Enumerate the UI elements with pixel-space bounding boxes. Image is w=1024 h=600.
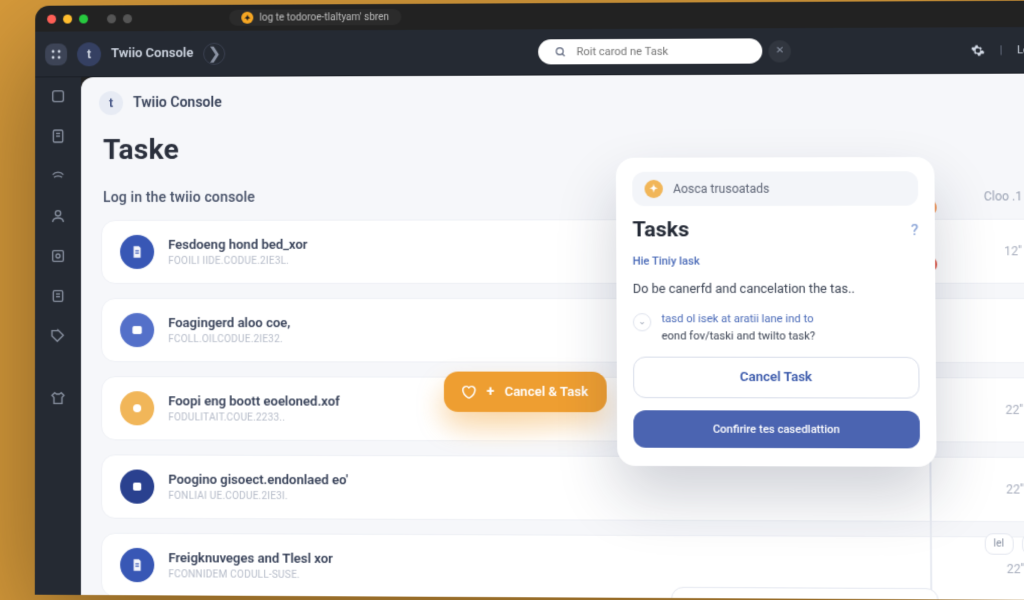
url-label: log te todoroe-tlaltyam' sbren (259, 11, 389, 23)
window-maximize-icon[interactable] (79, 14, 88, 23)
task-value: 12'' (1004, 244, 1022, 258)
task-value: 22'' (1005, 403, 1023, 417)
breadcrumb-text: Twiio Console (133, 95, 222, 111)
section-title: Log in the twiio console (103, 190, 255, 206)
breadcrumb-forward-button[interactable]: ❯ (203, 42, 225, 64)
chip[interactable]: lel (984, 533, 1013, 555)
footer-card[interactable]: Set Facled grek the cel jodl (671, 587, 939, 600)
task-title: Foopi eng boott eoeloned.xof (168, 394, 340, 409)
brand-chip-icon[interactable]: t (99, 91, 123, 115)
right-control-chips: lel ·· (984, 533, 1024, 555)
panel-body: Do be canerfd and cancelation the tas.. (633, 280, 919, 300)
section-meta: Cloo .1 (984, 189, 1023, 203)
task-type-icon (120, 313, 154, 347)
cancel-task-button[interactable]: Cancel Task (633, 357, 920, 399)
window-minimize-icon[interactable] (63, 14, 72, 23)
window-close-icon[interactable] (47, 14, 56, 23)
brand-badge-icon[interactable]: t (77, 42, 101, 66)
sidebar-item-notes[interactable] (47, 285, 69, 307)
app-topbar: t Twiio Console ❯ ✕ | Lexi te (35, 27, 1024, 78)
tab-dot-icon (107, 14, 116, 23)
panel-title: Tasks (632, 218, 689, 242)
task-type-icon (120, 235, 154, 269)
panel-badge-icon: ✦ (644, 180, 662, 198)
task-panel: ✦ Aosca trusoatads Tasks ? Hie Tiniy las… (616, 157, 937, 467)
panel-breadcrumb[interactable]: ✦ Aosca trusoatads (632, 171, 918, 206)
site-favicon-icon: ✦ (241, 12, 253, 24)
sidebar-item-tasks[interactable] (47, 245, 69, 267)
search-input[interactable] (576, 44, 746, 58)
search-icon (555, 45, 567, 58)
task-value: 22'' (1006, 482, 1024, 496)
address-bar[interactable]: ✦ log te todoroe-tlaltyam' sbren (229, 9, 401, 26)
task-title: Poogino gisoect.endonlaed eo' (168, 472, 348, 488)
gear-icon[interactable] (971, 43, 986, 57)
task-type-icon (120, 548, 154, 582)
sidebar-item-users[interactable] (47, 205, 69, 227)
sidebar-item-apparel[interactable] (47, 387, 69, 409)
panel-sub: ⌄ tasd ol isek at aratii lane ind to eon… (633, 311, 919, 345)
sidebar (35, 77, 81, 595)
task-meta: FOOILI IIDE.CODUE.2IE3L. (168, 255, 307, 266)
panel-sub-line: eond fov/taski and twilto task? (662, 328, 816, 345)
brand-title: Twiio Console (111, 46, 193, 61)
heart-icon (460, 384, 476, 400)
clear-search-button[interactable]: ✕ (769, 40, 792, 62)
plus-icon: + (487, 384, 495, 400)
task-title: Freigknuveges and Tlesl xor (168, 551, 332, 567)
task-meta: FONLIAI UE.CODUE.2IE3I. (168, 490, 348, 502)
confirm-cancel-button[interactable]: Confirire tes casedlattion (633, 411, 920, 449)
nav-menu-icon[interactable] (45, 43, 67, 65)
sidebar-item-home[interactable] (47, 85, 69, 107)
sidebar-item-planner[interactable] (47, 165, 69, 187)
app-window: ✦ log te todoroe-tlaltyam' sbren t Twiio… (35, 1, 1024, 600)
panel-breadcrumb-text: Aosca trusoatads (673, 182, 769, 196)
task-meta: FODULITAIT.COUE.2233.. (168, 412, 340, 423)
sidebar-item-docs[interactable] (47, 125, 69, 147)
topbar-user-label[interactable]: Lexi te (1017, 43, 1024, 56)
sidebar-item-tag[interactable] (47, 325, 69, 347)
task-type-icon (120, 469, 154, 503)
panel-sub-line: tasd ol isek at aratii lane ind to (661, 312, 815, 329)
task-meta: FCONNIDEM CODULL-SUSE. (168, 569, 333, 581)
task-value: 22'' (1007, 562, 1024, 576)
cancel-task-fab[interactable]: + Cancel & Task (444, 372, 607, 413)
task-title: Fesdoeng hond bed_xor (168, 237, 307, 252)
main-content: t Twiio Console Taske Log in the twiio c… (81, 73, 1024, 600)
task-title: Foagingerd aloo coe, (168, 316, 290, 331)
panel-tag: Hie Tiniy lask (633, 254, 919, 267)
task-type-icon (120, 391, 154, 425)
help-icon[interactable]: ? (911, 221, 919, 239)
task-meta: FCOLL.OILCODUE.2IE32. (168, 334, 290, 345)
fab-label: Cancel & Task (504, 384, 588, 399)
tab-dot-icon (123, 14, 132, 23)
global-search[interactable] (538, 38, 762, 64)
chevron-down-icon[interactable]: ⌄ (633, 314, 651, 332)
